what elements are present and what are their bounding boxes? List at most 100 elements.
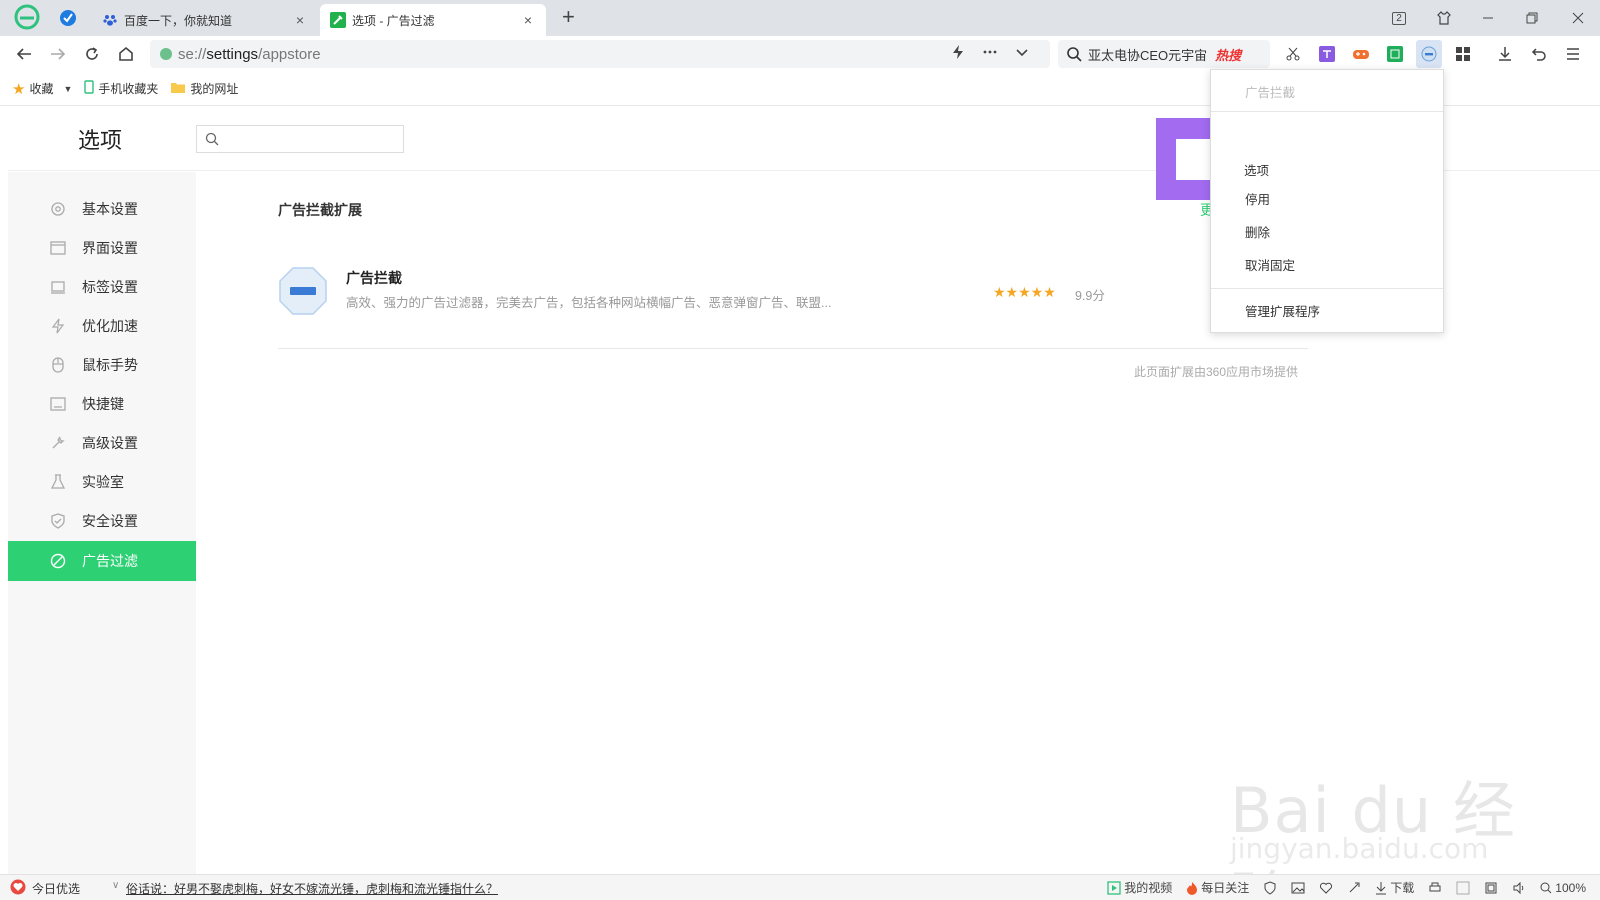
mouse-icon	[50, 357, 66, 373]
shield-icon	[50, 513, 66, 529]
sidebar-item-label: 鼠标手势	[82, 357, 138, 373]
translate-status-icon[interactable]	[1456, 881, 1470, 895]
tab-close-icon[interactable]: ×	[292, 12, 308, 28]
sidebar-item-interface[interactable]: 界面设置	[8, 228, 196, 268]
new-tab-button[interactable]: +	[562, 6, 575, 28]
menu-item-options[interactable]: 选项	[1244, 160, 1269, 179]
bookmark-mobile[interactable]: 手机收藏夹	[84, 80, 158, 97]
health-heart-icon[interactable]	[1319, 881, 1333, 895]
divider	[278, 348, 1308, 349]
sidebar-item-security[interactable]: 安全设置	[8, 501, 196, 541]
news-link[interactable]: 俗话说：好男不娶虎刺梅，好女不嫁流光锤，虎刺梅和流光锤指什么？	[126, 880, 498, 897]
extension-row: 广告拦截 高效、强力的广告过滤器，完美去广告，包括各种网站横幅广告、恶意弹窗广告…	[278, 262, 1308, 332]
sidebar-item-lab[interactable]: 实验室	[8, 462, 196, 502]
download-status[interactable]: 下载	[1375, 879, 1414, 896]
search-icon	[205, 132, 219, 146]
volume-icon[interactable]	[1512, 881, 1526, 895]
download-icon[interactable]	[1492, 40, 1518, 68]
close-window-icon[interactable]	[1564, 6, 1592, 30]
download-label: 下载	[1390, 881, 1415, 895]
sidebar-item-label: 标签设置	[82, 279, 138, 295]
zoom-control[interactable]: 100%	[1540, 881, 1586, 895]
extension-description: 高效、强力的广告过滤器，完美去广告，包括各种网站横幅广告、恶意弹窗广告、联盟..…	[346, 296, 832, 310]
menu-item-manage[interactable]: 管理扩展程序	[1211, 295, 1443, 325]
lightning-icon[interactable]	[950, 44, 966, 65]
back-arrow-icon[interactable]	[12, 42, 36, 66]
menu-divider	[1211, 288, 1443, 289]
sidebar-item-optimize[interactable]: 优化加速	[8, 306, 196, 346]
sidebar-item-shortcuts[interactable]: 快捷键	[8, 384, 196, 424]
shield-status-icon[interactable]	[1263, 880, 1277, 895]
book-icon[interactable]	[1382, 40, 1408, 68]
settings-wrench-icon	[330, 12, 346, 28]
undo-icon[interactable]	[1526, 40, 1552, 68]
scissors-icon[interactable]	[1280, 40, 1306, 68]
apps-grid-icon[interactable]	[1450, 40, 1476, 68]
bookmark-label: 我的网址	[190, 82, 239, 96]
menu-item-remove[interactable]: 删除	[1211, 216, 1443, 246]
chevron-down-icon[interactable]: ∨	[112, 880, 119, 891]
search-icon	[1067, 47, 1082, 62]
tab-count-icon[interactable]: 2	[1385, 6, 1413, 30]
sidebar-item-advanced[interactable]: 高级设置	[8, 423, 196, 463]
search-query: 亚太电协CEO元宇宙	[1088, 47, 1208, 63]
phone-icon	[84, 80, 95, 97]
block-icon	[50, 553, 66, 569]
extension-name: 广告拦截	[346, 270, 402, 286]
skin-shirt-icon[interactable]	[1430, 6, 1458, 30]
today-picks[interactable]: 今日优选	[10, 879, 80, 898]
restore-icon[interactable]	[1518, 6, 1546, 30]
daily-follow[interactable]: 每日关注	[1186, 879, 1249, 896]
tab-title: 选项 - 广告过滤	[352, 13, 435, 28]
home-icon[interactable]	[114, 42, 138, 66]
wrench-icon	[50, 435, 66, 451]
image-icon[interactable]	[1291, 881, 1305, 895]
dropdown-arrow-icon[interactable]: ▼	[63, 84, 72, 94]
menu-icon[interactable]	[1560, 40, 1586, 68]
fire-icon	[1187, 881, 1198, 895]
printer-icon[interactable]	[1428, 881, 1442, 895]
sidebar-item-label: 界面设置	[82, 240, 138, 256]
window-icon	[50, 240, 66, 256]
url-host: settings	[206, 45, 259, 63]
window-icon[interactable]	[1484, 881, 1498, 895]
chevron-down-icon[interactable]	[1014, 44, 1030, 65]
browser-logo-icon[interactable]	[14, 4, 40, 30]
page-title: 选项	[78, 128, 123, 153]
minimize-icon[interactable]	[1474, 6, 1502, 30]
sidebar-item-label: 安全设置	[82, 513, 138, 529]
address-bar[interactable]: se:// settings /appstore	[150, 40, 1050, 68]
bookmark-label: 收藏	[29, 82, 54, 96]
more-icon[interactable]	[982, 44, 998, 65]
sidebar-item-label: 优化加速	[82, 318, 138, 334]
translate-icon[interactable]	[1314, 40, 1340, 68]
search-box[interactable]: 亚太电协CEO元宇宙 热搜	[1058, 40, 1270, 68]
watermark-sub: jingyan.baidu.com	[1230, 832, 1489, 865]
tab-baidu[interactable]: 百度一下，你就知道 ×	[92, 4, 318, 36]
bookmark-mysites[interactable]: 我的网址	[170, 80, 238, 97]
forward-arrow-icon[interactable]	[46, 42, 70, 66]
adblock-icon[interactable]	[1416, 40, 1442, 68]
sidebar-item-tabs[interactable]: 标签设置	[8, 267, 196, 307]
sidebar-item-basic[interactable]: 基本设置	[8, 189, 196, 229]
bookmark-label: 手机收藏夹	[98, 82, 159, 96]
sidebar-item-label: 基本设置	[82, 201, 138, 217]
menu-item-unpin[interactable]: 取消固定	[1211, 249, 1443, 279]
sidebar-item-adfilter[interactable]: 广告过滤	[8, 541, 196, 581]
tab-close-icon[interactable]: ×	[520, 12, 536, 28]
menu-item-header: 广告拦截	[1245, 85, 1296, 100]
bookmark-favorites[interactable]: ★ 收藏 ▼	[12, 80, 72, 98]
download-icon	[1376, 881, 1387, 894]
settings-search-input[interactable]	[196, 125, 404, 153]
pinned-tab-icon[interactable]	[56, 6, 80, 30]
rocket-icon[interactable]	[1347, 881, 1361, 895]
my-video[interactable]: 我的视频	[1107, 879, 1172, 896]
sidebar-item-label: 实验室	[82, 474, 124, 490]
follow-label: 每日关注	[1201, 881, 1250, 895]
hot-search-label[interactable]: 热搜	[1215, 45, 1241, 64]
tab-options[interactable]: 选项 - 广告过滤 ×	[320, 4, 546, 36]
sidebar-item-mouse[interactable]: 鼠标手势	[8, 345, 196, 385]
refresh-icon[interactable]	[80, 42, 104, 66]
menu-item-disable[interactable]: 停用	[1211, 183, 1443, 213]
game-controller-icon[interactable]	[1348, 40, 1374, 68]
